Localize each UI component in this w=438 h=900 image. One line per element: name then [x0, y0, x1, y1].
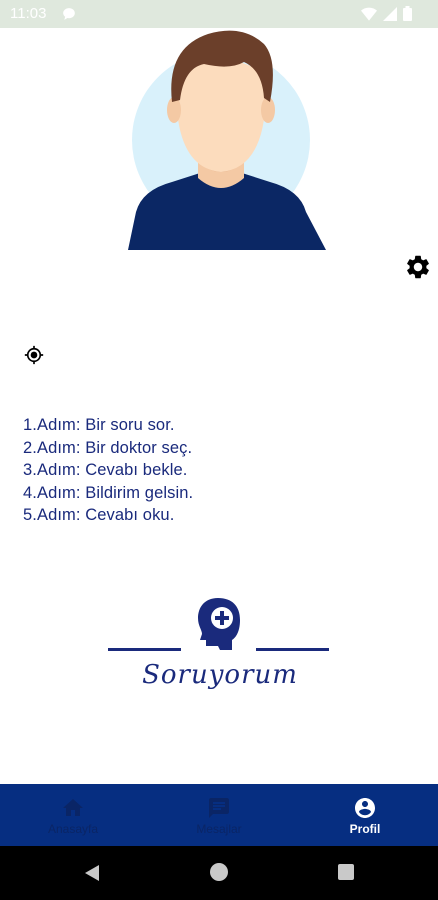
recents-icon[interactable] [338, 864, 354, 880]
signal-icon [383, 6, 397, 26]
step-item: 4.Adım: Bildirim gelsin. [23, 483, 194, 502]
message-icon [62, 7, 76, 26]
home-circle-icon[interactable] [210, 863, 228, 881]
person-avatar-icon [128, 30, 326, 250]
nav-messages[interactable]: Mesajlar [146, 784, 292, 846]
gps-target-icon [24, 345, 44, 365]
nav-home[interactable]: Anasayfa [0, 784, 146, 846]
step-item: 1.Adım: Bir soru sor. [23, 416, 175, 434]
step-item: 3.Adım: Cevabı bekle. [23, 461, 188, 480]
location-button[interactable] [24, 345, 44, 365]
nav-messages-label: Mesajlar [196, 822, 242, 836]
status-bar: 11:03 [0, 0, 438, 28]
nav-home-label: Anasayfa [47, 822, 99, 836]
nav-profile[interactable]: Profil [292, 784, 438, 846]
chat-icon [209, 798, 229, 818]
nav-profile-label: Profil [349, 822, 381, 836]
profile-avatar[interactable] [112, 28, 328, 252]
steps-list: 1.Adım: Bir soru sor. 2.Adım: Bir doktor… [23, 414, 193, 527]
back-icon[interactable] [83, 864, 101, 887]
account-circle-icon [355, 798, 375, 818]
logo-line-right [256, 648, 329, 651]
head-plus-icon [198, 598, 240, 650]
settings-button[interactable] [404, 253, 432, 281]
step-item: 2.Adım: Bir doktor seç. [23, 438, 193, 457]
bottom-navigation: Anasayfa Mesajlar Profil [0, 784, 438, 846]
wifi-icon [361, 7, 377, 26]
system-navigation-bar [0, 846, 438, 900]
logo-line-left [108, 648, 181, 651]
step-item: 5.Adım: Cevabı oku. [23, 506, 175, 525]
gear-icon [407, 255, 429, 279]
app-logo: Soruyorum [108, 596, 332, 696]
logo-text: Soruyorum [142, 660, 298, 690]
battery-icon [403, 6, 412, 26]
status-time: 11:03 [10, 5, 47, 22]
home-icon [63, 799, 83, 816]
